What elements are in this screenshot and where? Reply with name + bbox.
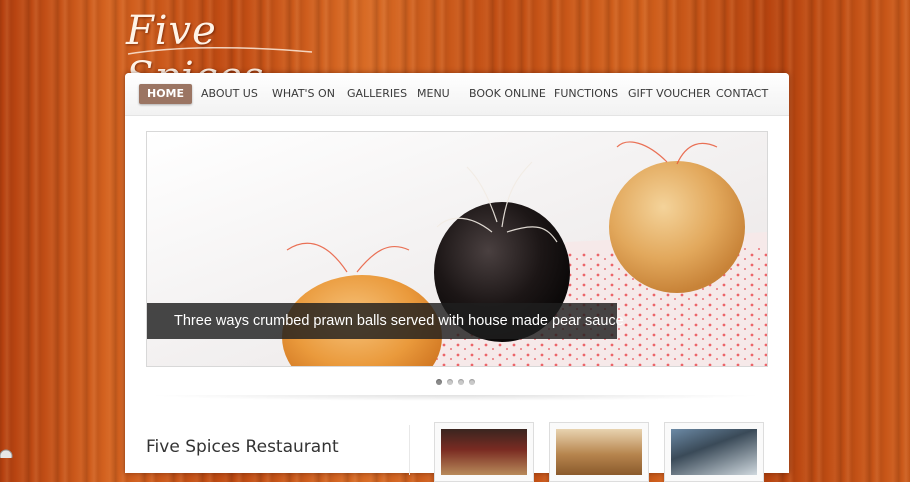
- building-exterior-image: [671, 429, 757, 475]
- thumbnail-restaurant-interior[interactable]: [434, 422, 534, 482]
- chat-bubble-icon[interactable]: [0, 448, 14, 458]
- dining-room-image: [556, 429, 642, 475]
- main-panel: Home About Us What's On Galleries Menu B…: [125, 73, 789, 482]
- slide-caption: Three ways crumbed prawn balls served wi…: [147, 303, 624, 339]
- nav-gift-voucher[interactable]: Gift Voucher: [628, 84, 711, 104]
- nav-home[interactable]: Home: [139, 84, 193, 104]
- slide-dot-2[interactable]: [447, 379, 453, 385]
- slide-dot-3[interactable]: [458, 379, 464, 385]
- hero-slider[interactable]: Three ways crumbed prawn balls served wi…: [146, 131, 768, 367]
- main-nav: Home About Us What's On Galleries Menu B…: [125, 73, 789, 116]
- nav-about-us[interactable]: About Us: [201, 84, 258, 104]
- nav-menu[interactable]: Menu: [417, 84, 450, 104]
- section-title: Five Spices Restaurant: [146, 437, 339, 458]
- thumbnail-building-exterior[interactable]: [664, 422, 764, 482]
- logo-swash-icon: [127, 46, 313, 55]
- restaurant-interior-image: [441, 429, 527, 475]
- nav-functions[interactable]: Functions: [554, 84, 618, 104]
- nav-book-online[interactable]: Book Online: [469, 84, 546, 104]
- divider: [146, 395, 766, 401]
- nav-whats-on[interactable]: What's On: [272, 84, 335, 104]
- thumbnail-dining-room[interactable]: [549, 422, 649, 482]
- column-divider: [409, 425, 410, 475]
- nav-galleries[interactable]: Galleries: [347, 84, 407, 104]
- slide-dot-1[interactable]: [436, 379, 442, 385]
- nav-contact[interactable]: Contact: [716, 84, 768, 104]
- slide-dot-4[interactable]: [469, 379, 475, 385]
